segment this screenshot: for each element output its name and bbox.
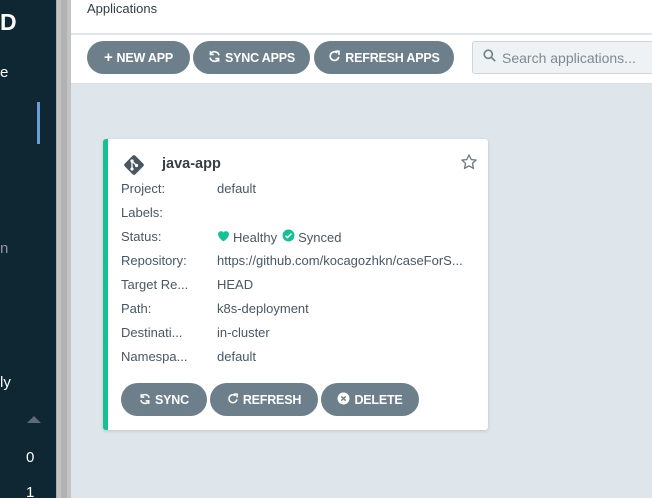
detail-label: Status: [121,229,162,244]
delete-icon [337,392,350,407]
sync-button[interactable]: SYNC [121,383,207,416]
refresh-button[interactable]: REFRESH [210,383,318,416]
detail-value: in-cluster [217,325,270,340]
delete-label: DELETE [354,392,403,407]
detail-value: k8s-deployment [217,301,309,316]
git-icon [122,153,146,182]
detail-label: Project: [121,181,166,196]
sidebar-item-label[interactable]: n [0,240,8,257]
refresh-icon [328,49,341,66]
sync-apps-label: SYNC APPS [225,50,295,65]
refresh-apps-label: REFRESH APPS [345,50,440,65]
sync-apps-button[interactable]: SYNC APPS [193,41,310,74]
refresh-apps-button[interactable]: REFRESH APPS [314,41,454,74]
logo-text: D [0,9,17,35]
collapse-up-icon[interactable] [27,416,41,423]
new-app-label: NEW APP [116,50,174,65]
app-header [122,153,146,182]
sidebar: D e n ly 0 1 [0,0,56,498]
detail-label: Destinati... [121,325,183,340]
filter-count: 0 [26,449,35,466]
delete-button[interactable]: DELETE [321,383,419,416]
new-app-button[interactable]: + NEW APP [87,41,190,74]
search-box[interactable] [472,41,652,74]
health-status: Healthy [233,229,278,245]
search-input[interactable] [502,49,652,66]
sidebar-filter-label[interactable]: ly [0,374,11,391]
detail-label: Repository: [121,253,187,268]
check-circle-icon [282,229,295,245]
search-icon [483,48,496,67]
repository-link[interactable]: https://github.com/kocagozhkn/caseForS..… [217,253,474,268]
app-tile[interactable]: java-app Project: default Labels: Status… [103,139,488,430]
sidebar-active-indicator [37,102,40,144]
page-title: Applications [87,1,158,16]
detail-value: default [217,349,257,364]
detail-value: default [217,181,257,196]
sync-icon [208,50,221,66]
status-value: Healthy Synced [217,229,474,245]
sync-status: Synced [298,229,342,245]
top-bar: Applications [71,0,652,34]
filter-count: 1 [26,484,35,498]
plus-icon: + [103,49,113,66]
detail-label: Namespa... [121,349,188,364]
star-icon[interactable] [460,153,478,176]
refresh-icon [227,392,239,407]
app-name[interactable]: java-app [162,156,221,172]
detail-label: Target Re... [121,277,189,292]
heart-icon [217,230,230,245]
detail-label: Labels: [121,205,163,220]
sync-label: SYNC [155,392,189,407]
detail-label: Path: [121,301,152,316]
detail-value: HEAD [217,277,254,292]
refresh-label: REFRESH [242,392,302,407]
toolbar: + NEW APP SYNC APPS REFRESH APPS [71,35,652,84]
sync-icon [139,393,151,407]
version-text: e [0,64,9,81]
sidebar-splitter[interactable] [56,0,71,498]
